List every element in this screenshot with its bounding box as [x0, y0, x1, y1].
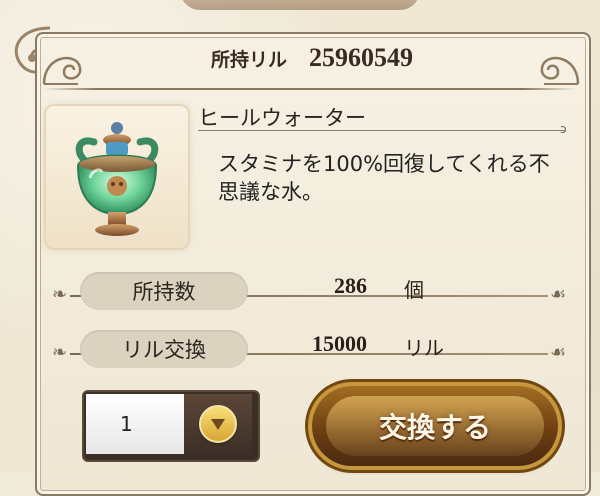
scroll-flourish-right-icon: ☙ [550, 284, 567, 305]
item-name-underline [198, 130, 566, 131]
quantity-selector: 1 [82, 390, 260, 462]
chevron-down-circle-icon [199, 405, 237, 443]
underline-flourish: ↄ [560, 122, 567, 136]
balance-label: 所持リル [210, 48, 287, 71]
exchange-rate-row: ❧ ☙ リル交換 15000 リル [52, 328, 572, 368]
header-divider [44, 88, 576, 90]
balance-value: 25960549 [309, 43, 413, 72]
exchange-rate-label: リル交換 [80, 330, 248, 368]
balance-header: 所持リル 25960549 [52, 38, 572, 78]
exchange-button-label: 交換する [378, 411, 491, 444]
exchange-rate-unit: リル [404, 336, 444, 360]
quantity-dropdown-button[interactable] [184, 394, 252, 454]
heal-water-vase-icon [75, 122, 159, 236]
item-name: ヒールウォーター [198, 106, 366, 130]
scroll-flourish-left-icon: ❧ [52, 342, 68, 363]
owned-count-row: ❧ ☙ 所持数 286 個 [52, 270, 572, 310]
item-image-frame [46, 106, 188, 248]
exchange-button[interactable]: 交換する [312, 386, 558, 466]
exchange-rate-value: 15000 [312, 331, 367, 356]
owned-count-unit: 個 [404, 278, 424, 302]
scroll-flourish-left-icon: ❧ [52, 284, 68, 305]
scroll-flourish-right-icon: ☙ [550, 342, 567, 363]
quantity-input[interactable]: 1 [86, 394, 184, 454]
owned-count-label: 所持数 [80, 272, 248, 310]
triangle-down-icon [211, 419, 225, 430]
item-description: スタミナを100%回復してくれる不思議な水。 [218, 152, 550, 204]
owned-count-value: 286 [334, 273, 367, 298]
top-ornament [180, 0, 420, 10]
